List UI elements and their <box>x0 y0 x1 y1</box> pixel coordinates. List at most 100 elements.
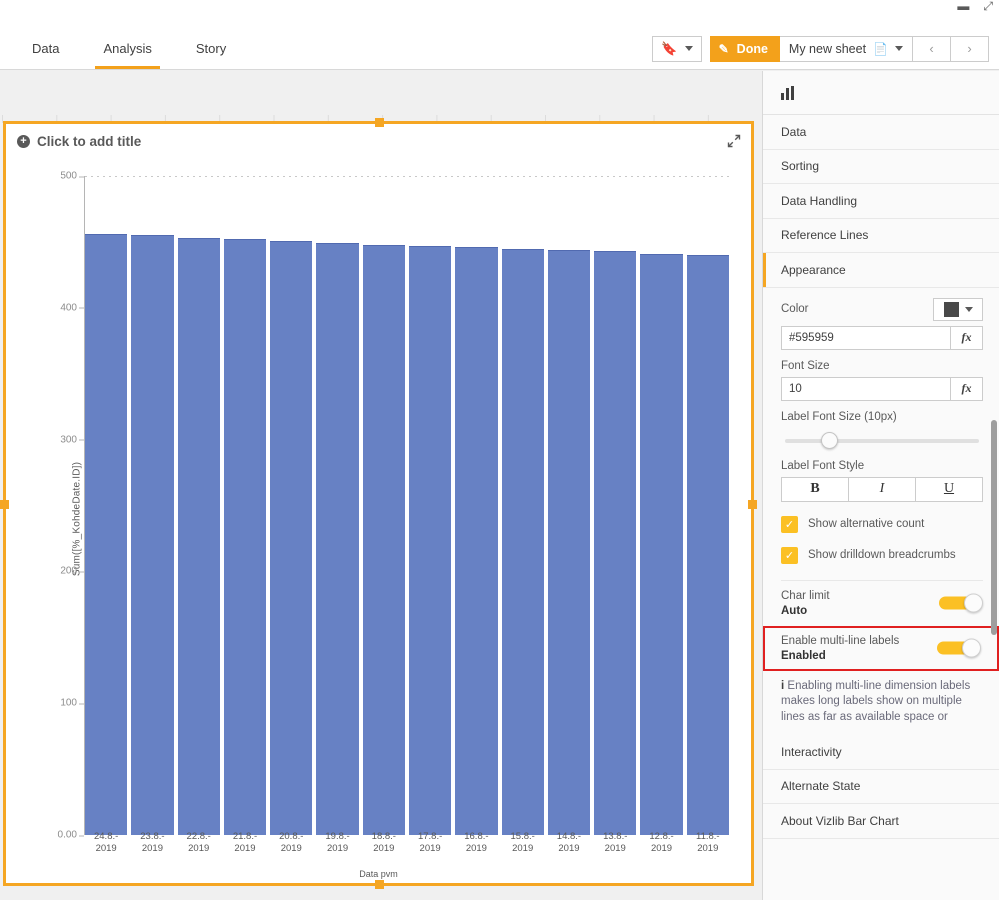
panel-section-sorting[interactable]: Sorting <box>763 149 999 184</box>
x-axis-tick-label[interactable]: 20.8.- 2019 <box>270 831 312 861</box>
bar[interactable] <box>501 248 544 835</box>
done-button[interactable]: ✎ Done <box>709 35 780 62</box>
sheet-canvas[interactable]: + Click to add title Sum([%_KohdeDate.ID… <box>0 71 762 900</box>
x-axis-tick-label[interactable]: 18.8.- 2019 <box>363 831 405 861</box>
x-axis-tick-label[interactable]: 17.8.- 2019 <box>409 831 451 861</box>
chevron-down-icon <box>684 46 693 51</box>
chart-object-frame[interactable]: + Click to add title Sum([%_KohdeDate.ID… <box>0 118 757 889</box>
char-limit-toggle[interactable] <box>939 593 983 613</box>
font-size-input[interactable] <box>781 376 951 401</box>
x-axis-tick-line: 11.8.- <box>696 831 720 842</box>
panel-section-interactivity[interactable]: Interactivity <box>763 735 999 770</box>
x-axis-tick-label[interactable]: 11.8.- 2019 <box>687 831 729 861</box>
bold-icon: B <box>810 481 820 496</box>
window-controls: ▬ ⤢ <box>957 0 993 12</box>
bar[interactable] <box>362 244 405 835</box>
bar[interactable] <box>547 249 591 835</box>
tab-analysis[interactable]: Analysis <box>81 28 173 69</box>
panel-section-interactivity-label: Interactivity <box>781 744 842 759</box>
slider-track <box>785 438 979 443</box>
checkmark-icon[interactable]: ✓ <box>781 515 798 533</box>
sheet-icon: 📄 <box>873 41 888 56</box>
panel-section-data-label: Data <box>781 124 807 139</box>
panel-section-alternate-state[interactable]: Alternate State <box>763 769 999 804</box>
x-axis-tick-label[interactable]: 13.8.- 2019 <box>594 831 636 861</box>
bar[interactable] <box>594 251 637 835</box>
bar-series <box>85 176 729 835</box>
color-expression-button[interactable]: fx <box>951 325 983 350</box>
chart-title-placeholder[interactable]: + Click to add title <box>17 134 141 149</box>
x-axis-tick-label[interactable]: 16.8.- 2019 <box>455 831 497 861</box>
prev-sheet-button[interactable]: ‹ <box>913 35 951 62</box>
y-axis-tick-label: 300 <box>36 434 84 445</box>
done-button-label: Done <box>736 41 768 56</box>
tab-analysis-label: Analysis <box>103 41 152 56</box>
bar[interactable] <box>408 245 452 835</box>
chart-title-label: Click to add title <box>37 134 142 149</box>
x-axis-tick-line: 2019 <box>280 843 302 854</box>
slider-thumb[interactable] <box>821 431 838 449</box>
bar-chart[interactable]: Sum([%_KohdeDate.ID]) 500 400 300 200 100 0.0… <box>6 154 751 883</box>
checkbox-row-alternative-count[interactable]: ✓ Show alternative count <box>781 515 983 533</box>
x-axis-tick-label[interactable]: 21.8.- 2019 <box>224 831 266 861</box>
expand-icon[interactable] <box>727 134 741 148</box>
bar[interactable] <box>686 255 729 835</box>
label-font-size-slider[interactable] <box>781 430 983 450</box>
x-axis-tick-line: 18.8.- <box>371 831 396 842</box>
maximize-icon[interactable]: ⤢ <box>983 0 993 12</box>
minimize-icon[interactable]: ▬ <box>957 0 969 12</box>
color-hex-input[interactable] <box>781 325 951 350</box>
panel-section-about[interactable]: About Vizlib Bar Chart <box>763 804 999 839</box>
bar[interactable] <box>316 243 359 835</box>
resize-handle-top[interactable] <box>374 118 384 127</box>
plot-area[interactable] <box>85 176 729 835</box>
chevron-down-icon <box>964 306 973 312</box>
toggle-knob <box>962 638 981 658</box>
x-axis-tick-label[interactable]: 14.8.- 2019 <box>548 831 590 861</box>
x-axis-tick-line: 2019 <box>141 843 163 854</box>
x-axis-tick-line: 13.8.- <box>603 831 628 842</box>
checkbox-row-drilldown-breadcrumbs[interactable]: ✓ Show drilldown breadcrumbs <box>781 546 983 564</box>
panel-section-reference-lines[interactable]: Reference Lines <box>763 218 999 253</box>
x-axis-tick-label[interactable]: 19.8.- 2019 <box>316 831 358 861</box>
x-axis-tick-label[interactable]: 12.8.- 2019 <box>640 831 682 861</box>
x-axis-tick-line: 20.8.- <box>279 831 304 842</box>
panel-scrollbar[interactable] <box>991 420 997 635</box>
panel-section-data[interactable]: Data <box>763 115 999 150</box>
font-size-expression-button[interactable]: fx <box>951 376 983 401</box>
bookmark-button[interactable]: 🔖 <box>652 35 702 62</box>
bar[interactable] <box>177 237 220 835</box>
sheet-name-label: My new sheet <box>788 41 867 56</box>
checkbox-label-drilldown-breadcrumbs: Show drilldown breadcrumbs <box>808 549 956 561</box>
nav-tabs: Data Analysis Story <box>0 28 248 69</box>
checkmark-icon[interactable]: ✓ <box>781 546 798 564</box>
x-axis-tick-label[interactable]: 24.8.- 2019 <box>85 831 127 861</box>
italic-button[interactable]: I <box>849 476 916 502</box>
panel-section-appearance[interactable]: Appearance <box>763 253 999 288</box>
panel-section-alternate-state-label: Alternate State <box>781 779 861 794</box>
bold-button[interactable]: B <box>781 476 849 502</box>
next-sheet-button[interactable]: › <box>951 35 989 62</box>
x-axis-ticks: 24.8.- 2019 23.8.- 2019 22.8.- 2019 21.8.- 2019… <box>85 831 729 861</box>
panel-section-data-handling[interactable]: Data Handling <box>763 184 999 219</box>
x-axis-tick-label[interactable]: 23.8.- 2019 <box>131 831 173 861</box>
x-axis-tick-line: 12.8.- <box>649 831 674 842</box>
tab-data[interactable]: Data <box>10 28 81 69</box>
sheet-selector[interactable]: My new sheet 📄 <box>779 35 913 62</box>
multi-line-labels-toggle[interactable] <box>937 638 981 658</box>
bar[interactable] <box>85 234 128 835</box>
bar[interactable] <box>270 240 313 835</box>
panel-section-appearance-label: Appearance <box>781 262 846 277</box>
tab-story[interactable]: Story <box>174 28 248 69</box>
bar[interactable] <box>131 235 174 835</box>
application-window: ▬ ⤢ Data Analysis Story 🔖 ✎ Done My new … <box>0 0 999 900</box>
color-picker-button[interactable] <box>933 297 983 321</box>
bar[interactable] <box>640 253 683 835</box>
x-axis-tick-label[interactable]: 22.8.- 2019 <box>178 831 220 861</box>
properties-panel[interactable]: Data Sorting Data Handling Reference Lin… <box>762 71 999 900</box>
underline-button[interactable]: U <box>916 476 983 502</box>
x-axis-tick-label[interactable]: 15.8.- 2019 <box>502 831 544 861</box>
bar[interactable] <box>223 239 267 835</box>
color-swatch <box>943 301 959 317</box>
bar[interactable] <box>455 247 498 835</box>
